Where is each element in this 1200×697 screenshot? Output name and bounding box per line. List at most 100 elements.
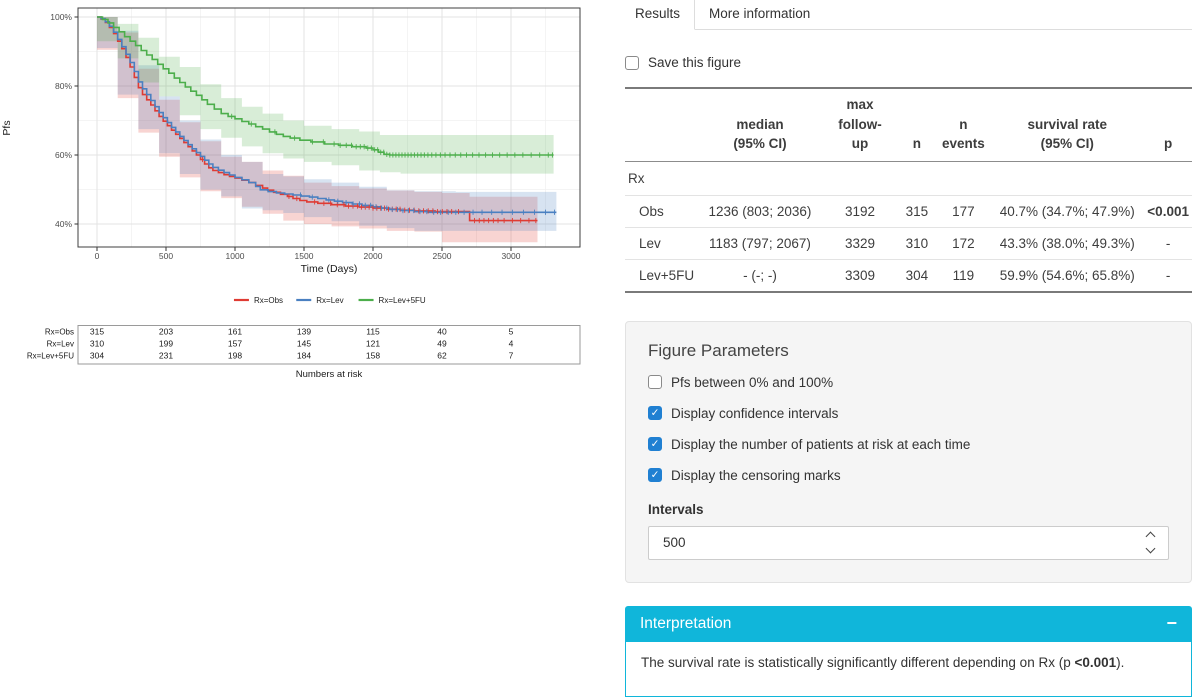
checkbox-label: Display the censoring marks: [671, 468, 841, 483]
table-cell: 172: [937, 227, 991, 259]
risk-value: 5: [509, 327, 514, 337]
legend: Rx=Obs Rx=Lev Rx=Lev+5FU: [234, 296, 426, 305]
tab-results[interactable]: Results: [625, 0, 695, 30]
svg-text:Rx=Lev: Rx=Lev: [316, 296, 343, 305]
checkbox-row-pfs-range[interactable]: Pfs between 0% and 100%: [648, 375, 1169, 390]
svg-text:0: 0: [95, 251, 100, 261]
table-group-row: Rx: [625, 161, 1192, 195]
checkbox-patients-at-risk[interactable]: ✓: [648, 437, 662, 451]
column-header-survival: survival rate(95% CI): [990, 88, 1144, 161]
table-row: Lev+5FU- (-; -)330930411959.9% (54.6%; 6…: [625, 259, 1192, 292]
risk-value: 4: [509, 339, 514, 349]
tab-bar: Results More information: [625, 0, 1192, 30]
y-axis-label: Pfs: [1, 120, 13, 135]
interpretation-text: The survival rate is statistically signi…: [625, 642, 1192, 697]
risk-value: 161: [228, 327, 242, 337]
risk-value: 158: [366, 351, 380, 361]
table-cell: 59.9% (54.6%; 65.8%): [990, 259, 1144, 292]
tab-more-information[interactable]: More information: [695, 0, 824, 29]
table-row: Obs1236 (803; 2036)319231517740.7% (34.7…: [625, 195, 1192, 227]
svg-text:Rx=Obs: Rx=Obs: [254, 296, 283, 305]
table-cell: -: [1144, 259, 1192, 292]
intervals-input-wrap: [648, 526, 1169, 560]
risk-value: 121: [366, 339, 380, 349]
interpretation-header[interactable]: Interpretation −: [625, 606, 1192, 642]
intervals-spinner[interactable]: [1147, 533, 1156, 552]
column-header-p: p: [1144, 88, 1192, 161]
table-cell: 43.3% (38.0%; 49.3%): [990, 227, 1144, 259]
table-cell: 310: [897, 227, 936, 259]
svg-text:Rx=Lev+5FU: Rx=Lev+5FU: [379, 296, 426, 305]
figure-output: 050010001500200025003000Time (Days)40%60…: [0, 0, 600, 390]
svg-text:40%: 40%: [55, 219, 72, 229]
checkbox-pfs-range[interactable]: [648, 375, 662, 389]
risk-value: 203: [159, 327, 173, 337]
table-cell: 1236 (803; 2036): [697, 195, 823, 227]
save-figure-checkbox[interactable]: [625, 56, 639, 70]
table-cell: Lev: [625, 227, 697, 259]
column-header-n: n: [897, 88, 936, 161]
checkbox-row-censoring-marks[interactable]: ✓ Display the censoring marks: [648, 468, 1169, 483]
risk-row-label: Rx=Lev: [47, 340, 74, 349]
risk-value: 198: [228, 351, 242, 361]
intervals-input[interactable]: [661, 534, 1061, 551]
checkbox-label: Display the number of patients at risk a…: [671, 437, 970, 452]
table-cell: <0.001: [1144, 195, 1192, 227]
risk-value: 145: [297, 339, 311, 349]
svg-text:500: 500: [159, 251, 173, 261]
column-header-max_followup: max follow-up: [823, 88, 897, 161]
checkbox-label: Display confidence intervals: [671, 406, 838, 421]
table-cell: 3192: [823, 195, 897, 227]
checkbox-row-patients-at-risk[interactable]: ✓ Display the number of patients at risk …: [648, 437, 1169, 452]
checkbox-confidence-intervals[interactable]: ✓: [648, 406, 662, 420]
table-cell: 315: [897, 195, 936, 227]
risk-value: 231: [159, 351, 173, 361]
intervals-label: Intervals: [648, 502, 1169, 517]
table-cell: -: [1144, 227, 1192, 259]
risk-row-label: Rx=Obs: [45, 328, 74, 337]
risk-value: 184: [297, 351, 311, 361]
svg-text:3000: 3000: [502, 251, 521, 261]
risk-value: 199: [159, 339, 173, 349]
risk-row-label: Rx=Lev+5FU: [27, 352, 74, 361]
risk-value: 62: [437, 351, 447, 361]
risk-value: 49: [437, 339, 447, 349]
table-cell: 177: [937, 195, 991, 227]
kaplan-meier-plot: 050010001500200025003000Time (Days)40%60…: [0, 0, 600, 390]
table-cell: 119: [937, 259, 991, 292]
checkbox-label: Pfs between 0% and 100%: [671, 375, 833, 390]
save-figure-label: Save this figure: [648, 55, 741, 70]
spinner-up-icon[interactable]: [1146, 532, 1156, 542]
svg-text:80%: 80%: [55, 81, 72, 91]
group-label: Rx: [625, 161, 1192, 195]
risk-value: 310: [90, 339, 104, 349]
risk-value: 315: [90, 327, 104, 337]
table-cell: Lev+5FU: [625, 259, 697, 292]
table-cell: 304: [897, 259, 936, 292]
checkbox-censoring-marks[interactable]: ✓: [648, 468, 662, 482]
table-cell: 3329: [823, 227, 897, 259]
table-row: Lev1183 (797; 2067)332931017243.3% (38.0…: [625, 227, 1192, 259]
risk-value: 304: [90, 351, 104, 361]
svg-text:2500: 2500: [433, 251, 452, 261]
risk-value: 139: [297, 327, 311, 337]
interpretation-title: Interpretation: [640, 615, 731, 633]
checkbox-row-confidence-intervals[interactable]: ✓ Display confidence intervals: [648, 406, 1169, 421]
table-cell: - (-; -): [697, 259, 823, 292]
table-cell: 1183 (797; 2067): [697, 227, 823, 259]
svg-text:60%: 60%: [55, 150, 72, 160]
spinner-down-icon[interactable]: [1146, 544, 1156, 554]
svg-text:100%: 100%: [50, 12, 72, 22]
table-cell: Obs: [625, 195, 697, 227]
svg-text:1000: 1000: [226, 251, 245, 261]
column-header-median: median(95% CI): [697, 88, 823, 161]
save-figure-row[interactable]: Save this figure: [625, 55, 1192, 70]
risk-value: 40: [437, 327, 447, 337]
risk-table-caption: Numbers at risk: [296, 369, 363, 380]
risk-value: 157: [228, 339, 242, 349]
collapse-minus-icon[interactable]: −: [1166, 616, 1177, 630]
table-cell: 3309: [823, 259, 897, 292]
results-panel: Results More information Save this figur…: [625, 0, 1192, 697]
x-axis-label: Time (Days): [301, 263, 358, 275]
column-header-events: nevents: [937, 88, 991, 161]
